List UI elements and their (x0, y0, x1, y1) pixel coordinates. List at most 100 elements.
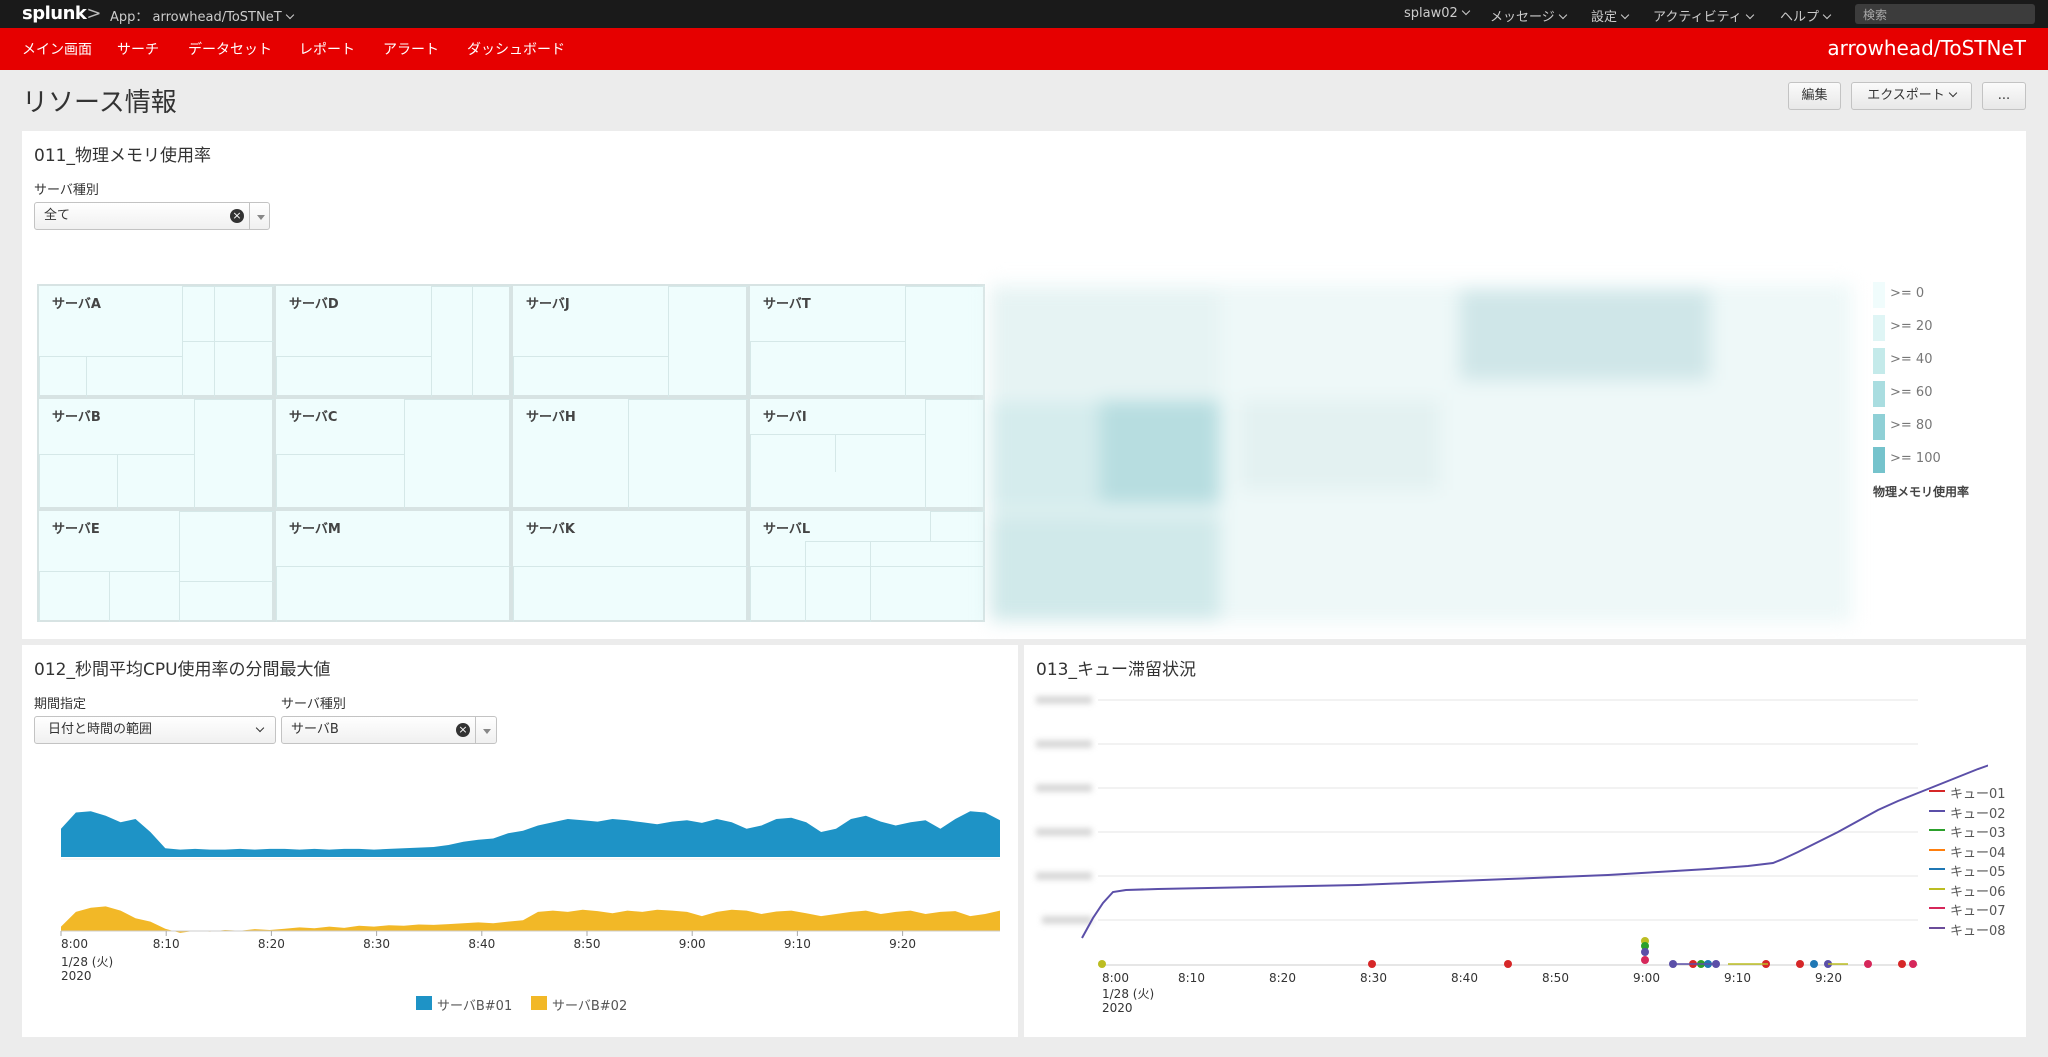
legend-item[interactable]: キュー01 (1950, 783, 2006, 802)
export-button[interactable]: エクスポート (1851, 82, 1972, 110)
queue-marker (1641, 948, 1649, 956)
legend-item[interactable]: キュー08 (1950, 920, 2006, 939)
queue-marker (1864, 960, 1872, 968)
blurred-y-axis-labels (1036, 696, 1092, 924)
legend-item[interactable]: キュー04 (1950, 842, 2006, 861)
treemap-cell[interactable]: サーバB (37, 397, 274, 509)
x-tick-label: 8:40 (1451, 971, 1478, 985)
x-tick-label: 8:40 (468, 937, 496, 951)
nav-main[interactable]: メイン画面 (22, 39, 92, 59)
filter-label: 期間指定 (34, 697, 87, 712)
chart-grid (1098, 699, 1918, 966)
queue-marker (1909, 960, 1917, 968)
x-tick-label: 8:20 (1269, 971, 1296, 985)
legend-swatch (1873, 315, 1885, 341)
nav-alerts[interactable]: アラート (383, 39, 439, 59)
splunk-logo[interactable]: splunk> (22, 3, 101, 24)
more-button[interactable]: ... (1982, 82, 2026, 110)
queue-line-chart (1036, 696, 1988, 968)
queue-markers (1098, 937, 1917, 968)
panel-title: 012_秒間平均CPU使用率の分間最大値 (34, 660, 331, 680)
x-tick-label: 9:20 (1815, 971, 1842, 985)
x-tick-label: 8:00 (61, 937, 88, 951)
legend-swatch (1929, 907, 1945, 909)
treemap-cell[interactable]: サーバM (274, 509, 511, 622)
nav-search[interactable]: サーチ (117, 39, 159, 59)
activity-menu[interactable]: アクティビティ (1653, 6, 1755, 25)
messages-menu[interactable]: メッセージ (1490, 6, 1567, 25)
queue-marker (1368, 960, 1376, 968)
x-tick-label: 9:00 (678, 937, 706, 951)
x-tick-label: 9:10 (783, 937, 811, 951)
legend-swatch (1929, 848, 1945, 851)
x-tick-label: 8:30 (363, 937, 391, 951)
app-selector[interactable]: App： arrowhead/ToSTNeT (110, 6, 294, 25)
app-title: arrowhead/ToSTNeT (1827, 36, 2026, 60)
legend-item[interactable]: キュー06 (1950, 881, 2006, 900)
server-type-select[interactable]: 全て × (34, 202, 270, 230)
clear-icon[interactable]: × (456, 723, 470, 737)
panel-title: 011_物理メモリ使用率 (34, 146, 211, 166)
x-tick-label: 8:10 (152, 937, 180, 951)
server-b01-area (61, 811, 1000, 857)
nav-reports[interactable]: レポート (299, 39, 355, 59)
queue-marker (1098, 960, 1106, 968)
legend-item[interactable]: キュー02 (1950, 803, 2006, 822)
treemap-cell[interactable]: サーバC (274, 397, 511, 509)
help-menu[interactable]: ヘルプ (1780, 6, 1832, 25)
server-type-select[interactable]: サーバB × (281, 716, 497, 744)
legend-item[interactable]: サーバB#01 (437, 995, 512, 1014)
treemap-cell[interactable]: サーバI (748, 397, 985, 509)
queue-marker (1796, 960, 1804, 968)
clear-icon[interactable]: × (230, 209, 244, 223)
dropdown-icon[interactable] (475, 717, 495, 743)
x-tick-label: 9:10 (1724, 971, 1751, 985)
server-b02-area (61, 906, 1000, 933)
treemap-cell[interactable]: サーバA (37, 284, 274, 397)
legend-swatch (1929, 887, 1945, 890)
legend-swatch (416, 996, 432, 1010)
queue-marker (1504, 960, 1512, 968)
settings-menu[interactable]: 設定 (1591, 6, 1630, 25)
x-tick-label: 8:10 (1178, 971, 1205, 985)
x-date-label: 1/28 (火) (61, 955, 114, 969)
filter-label: サーバ種別 (34, 183, 99, 198)
legend-item[interactable]: キュー03 (1950, 822, 2006, 841)
legend-swatch (1873, 282, 1885, 308)
treemap-cell[interactable]: サーバD (274, 284, 511, 397)
search-input[interactable]: 検索 (1855, 4, 2035, 24)
legend-swatch (531, 996, 547, 1010)
treemap-cell[interactable]: サーバE (37, 509, 274, 622)
page-title: リソース情報 (22, 88, 177, 118)
treemap-cell[interactable]: サーバT (748, 284, 985, 397)
legend-swatch (1929, 790, 1945, 792)
treemap-cell[interactable]: サーバK (511, 509, 748, 622)
treemap-cell[interactable]: サーバH (511, 397, 748, 509)
treemap-cell[interactable]: サーバJ (511, 284, 748, 397)
cpu-area-chart (60, 811, 1000, 936)
x-tick-label: 8:50 (1542, 971, 1569, 985)
queue-08-line (1081, 764, 1988, 939)
x-year-label: 2020 (1102, 1001, 1133, 1015)
app-nav: メイン画面 サーチ データセット レポート アラート ダッシュボード arrow… (0, 28, 2048, 70)
time-range-picker[interactable]: 日付と時間の範囲 (34, 716, 276, 744)
legend-item[interactable]: キュー05 (1950, 861, 2006, 880)
x-tick-label: 8:30 (1360, 971, 1387, 985)
x-date-label: 1/28 (火) (1102, 987, 1155, 1001)
edit-button[interactable]: 編集 (1788, 82, 1841, 110)
nav-dashboards[interactable]: ダッシュボード (467, 39, 565, 59)
x-tick-label: 9:20 (889, 937, 917, 951)
dropdown-icon[interactable] (249, 203, 269, 229)
legend-item[interactable]: サーバB#02 (552, 995, 627, 1014)
nav-datasets[interactable]: データセット (188, 39, 272, 59)
user-menu[interactable]: splaw02 (1404, 6, 1471, 21)
panel-title: 013_キュー滞留状況 (1036, 660, 1196, 680)
legend-swatch (1929, 868, 1945, 870)
legend-swatch (1873, 414, 1885, 440)
legend-swatch (1873, 447, 1885, 473)
legend-swatch (1929, 926, 1945, 929)
treemap-cell[interactable]: サーバL (748, 509, 985, 622)
x-year-label: 2020 (61, 969, 92, 983)
legend-swatch (1929, 829, 1945, 831)
legend-item[interactable]: キュー07 (1950, 900, 2006, 919)
